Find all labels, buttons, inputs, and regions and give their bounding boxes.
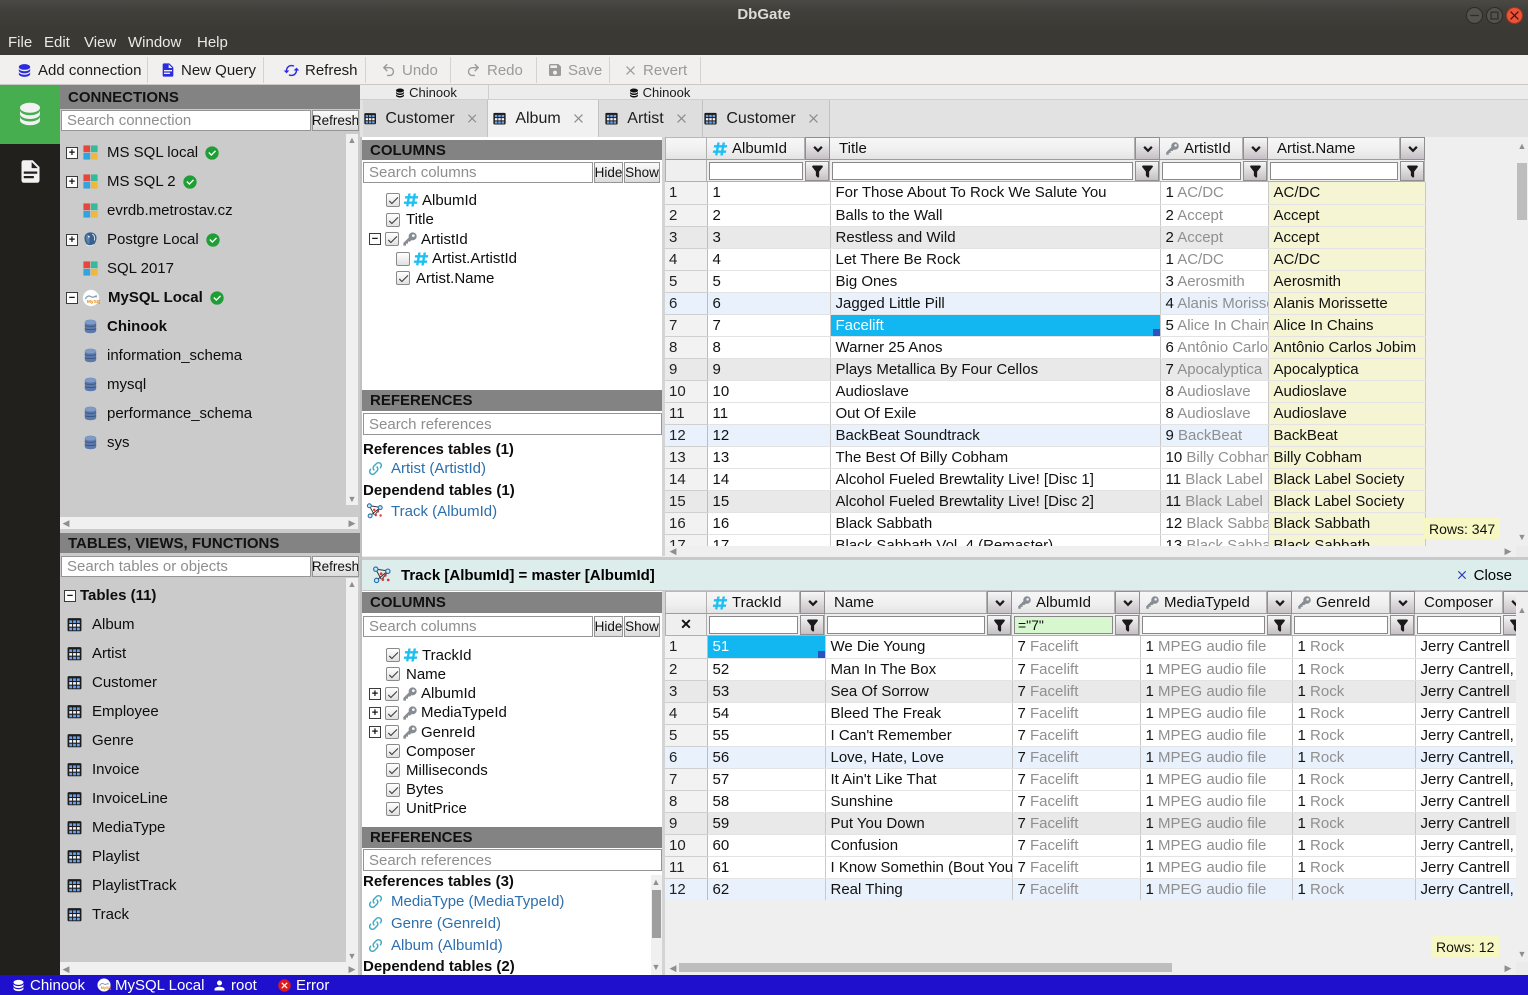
svg-text:MySQL: MySQL	[101, 986, 111, 990]
svg-text:MySQL: MySQL	[87, 298, 100, 304]
